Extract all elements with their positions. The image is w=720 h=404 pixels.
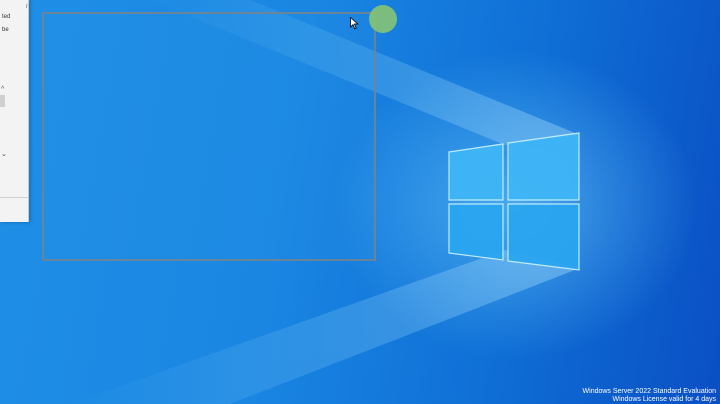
logo-pane-top-left	[448, 143, 504, 201]
scroll-up-icon[interactable]: ^	[1, 86, 4, 93]
text-fragment: be	[2, 27, 9, 33]
divider	[0, 197, 28, 198]
logo-pane-bottom-right	[507, 203, 580, 271]
watermark-license: Windows License valid for 4 days	[612, 396, 717, 403]
logo-pane-top-right	[507, 132, 580, 201]
snip-selection-rectangle[interactable]	[42, 12, 376, 261]
scrollbar-thumb[interactable]	[0, 95, 5, 107]
watermark-edition: Windows Server 2022 Standard Evaluation	[582, 388, 716, 395]
windows-evaluation-watermark: Windows Server 2022 Standard Evaluation …	[583, 388, 716, 404]
click-highlight-indicator	[369, 5, 397, 33]
window-title-fragment: n	[26, 4, 28, 10]
logo-pane-bottom-left	[448, 203, 504, 261]
light-beam-lower	[70, 250, 580, 404]
chevron-down-icon[interactable]: ⌄	[1, 150, 7, 158]
partially-visible-window[interactable]: n ted be ^ ⌄	[0, 0, 29, 222]
mouse-pointer-icon	[350, 17, 359, 30]
text-fragment: ted	[2, 14, 11, 20]
